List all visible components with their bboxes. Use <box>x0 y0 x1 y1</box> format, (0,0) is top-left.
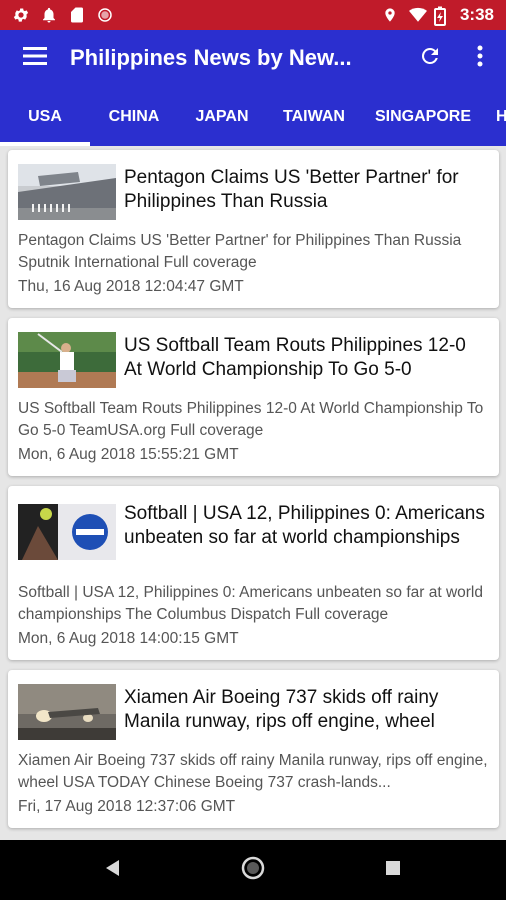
gear-icon <box>12 6 30 24</box>
wifi-icon <box>408 6 427 24</box>
recents-button[interactable] <box>378 855 408 885</box>
article-title: Softball | USA 12, Philippines 0: Americ… <box>124 503 485 548</box>
sd-card-icon <box>68 6 86 24</box>
tab-singapore[interactable]: SINGAPORE <box>362 86 484 146</box>
article-thumbnail <box>18 164 116 220</box>
article-thumbnail <box>18 332 116 388</box>
notification-bell-icon <box>40 6 58 24</box>
system-navigation-bar <box>0 840 506 900</box>
article-description: Xiamen Air Boeing 737 skids off rainy Ma… <box>18 752 488 791</box>
news-card[interactable]: US Softball Team Routs Philippines 12-0 … <box>8 318 499 476</box>
tab-partial[interactable]: H <box>496 86 506 146</box>
record-icon <box>96 6 114 24</box>
more-vertical-icon <box>477 45 483 72</box>
news-card[interactable]: Xiamen Air Boeing 737 skids off rainy Ma… <box>8 670 499 828</box>
article-date: Thu, 16 Aug 2018 12:04:47 GMT <box>18 278 244 295</box>
refresh-icon <box>418 44 442 73</box>
battery-charging-icon <box>433 6 452 26</box>
news-card[interactable]: Pentagon Claims US 'Better Partner' for … <box>8 150 499 308</box>
article-thumbnail <box>18 684 116 740</box>
recents-square-icon <box>385 860 401 881</box>
tab-china[interactable]: CHINA <box>90 86 178 146</box>
article-description: US Softball Team Routs Philippines 12-0 … <box>18 400 484 439</box>
article-date: Mon, 6 Aug 2018 15:55:21 GMT <box>18 446 239 463</box>
tab-taiwan[interactable]: TAIWAN <box>266 86 362 146</box>
status-bar: 3:38 <box>0 0 506 30</box>
article-title: Xiamen Air Boeing 737 skids off rainy Ma… <box>124 687 439 732</box>
article-title: US Softball Team Routs Philippines 12-0 … <box>124 335 466 380</box>
article-title: Pentagon Claims US 'Better Partner' for … <box>124 167 459 212</box>
news-list: Pentagon Claims US 'Better Partner' for … <box>0 146 506 840</box>
menu-button[interactable] <box>0 30 70 86</box>
article-thumbnail <box>18 504 116 560</box>
news-card[interactable]: Softball | USA 12, Philippines 0: Americ… <box>8 486 499 660</box>
article-description: Pentagon Claims US 'Better Partner' for … <box>18 232 462 271</box>
tab-japan[interactable]: JAPAN <box>178 86 266 146</box>
menu-icon <box>23 46 47 71</box>
back-button[interactable] <box>98 855 128 885</box>
article-date: Fri, 17 Aug 2018 12:37:06 GMT <box>18 798 236 815</box>
location-icon <box>382 6 400 24</box>
article-date: Mon, 6 Aug 2018 14:00:15 GMT <box>18 630 239 647</box>
app-bar: Philippines News by New... <box>0 30 506 86</box>
more-options-button[interactable] <box>460 38 500 78</box>
refresh-button[interactable] <box>410 38 450 78</box>
country-tabs: USA CHINA JAPAN TAIWAN SINGAPORE H <box>0 86 506 146</box>
article-description: Softball | USA 12, Philippines 0: Americ… <box>18 584 483 623</box>
app-title: Philippines News by New... <box>70 45 352 70</box>
back-triangle-icon <box>105 859 121 882</box>
home-circle-icon <box>241 856 265 885</box>
home-button[interactable] <box>238 855 268 885</box>
status-time: 3:38 <box>459 5 494 24</box>
tab-usa[interactable]: USA <box>0 86 90 146</box>
